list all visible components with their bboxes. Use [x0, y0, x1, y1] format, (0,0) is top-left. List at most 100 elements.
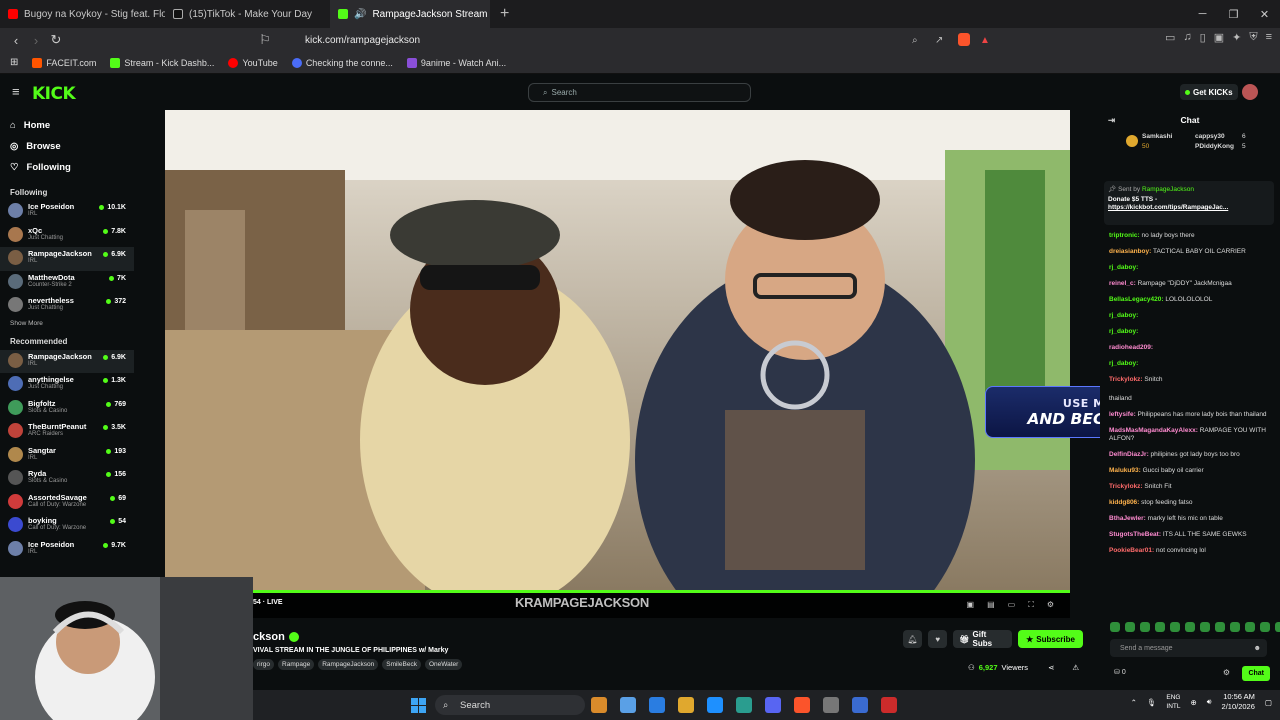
stream-tag[interactable]: rirgo: [253, 659, 275, 670]
chat-username[interactable]: BthaJewler:: [1109, 515, 1146, 522]
sidebar-channel[interactable]: TheBurntPeanut ARC Raiders 3.5K: [0, 420, 134, 444]
chat-username[interactable]: triptronic:: [1109, 232, 1140, 239]
pinned-link[interactable]: https://kickbot.com/tips/RampageJac...: [1108, 204, 1270, 211]
chat-username[interactable]: PookieBear01:: [1109, 547, 1154, 554]
chat-username[interactable]: leftysife:: [1109, 411, 1136, 418]
taskbar-app-icon[interactable]: [852, 697, 868, 713]
vpn-icon[interactable]: ⛨: [1249, 31, 1257, 44]
chat-username[interactable]: Maluku93:: [1109, 467, 1141, 474]
volume-icon[interactable]: 🔊︎: [1207, 697, 1212, 707]
music-icon[interactable]: ♫: [1183, 31, 1191, 44]
sidebar-channel[interactable]: boyking Call of Duty: Warzone 54: [0, 514, 134, 538]
video-player[interactable]: [165, 110, 1070, 590]
get-kicks-button[interactable]: Get KICKs: [1180, 84, 1238, 100]
search-input[interactable]: ⌕ Search: [528, 83, 751, 102]
chevron-up-icon[interactable]: ⌃: [1131, 698, 1137, 707]
gift-subs-button[interactable]: 🎁︎ Gift Subs: [953, 630, 1013, 648]
bookmark-item[interactable]: Stream - Kick Dashb...: [110, 57, 214, 68]
taskbar-app-icon[interactable]: [678, 697, 694, 713]
follow-button[interactable]: ♥: [928, 630, 948, 648]
pip-icon[interactable]: ▤: [987, 600, 995, 610]
kicks-balance[interactable]: ⛁ 0: [1114, 668, 1126, 676]
settings-icon[interactable]: ⚙: [1047, 600, 1054, 610]
report-icon[interactable]: ⚠: [1072, 663, 1079, 672]
sidebar-channel[interactable]: MatthewDota Counter-Strike 2 7K: [0, 271, 134, 295]
chat-input[interactable]: Send a message ☻: [1110, 639, 1267, 657]
maximize-icon[interactable]: ❐: [1218, 0, 1249, 28]
bookmark-item[interactable]: YouTube: [228, 57, 278, 68]
emote-icon[interactable]: [1125, 622, 1135, 632]
sidebar-channel[interactable]: Ryda Slots & Casino 156: [0, 467, 134, 491]
chat-username[interactable]: rj_daboy:: [1109, 264, 1138, 271]
chat-username[interactable]: rj_daboy:: [1109, 328, 1138, 335]
bookmark-item[interactable]: 9anime - Watch Ani...: [406, 57, 506, 68]
brave-shield-icon[interactable]: [958, 33, 970, 46]
bookmark-item[interactable]: Checking the conne...: [291, 57, 393, 68]
language-indicator[interactable]: ENG INTL: [1166, 693, 1180, 711]
notification-icon[interactable]: ▢: [1265, 698, 1272, 707]
sidebar-channel[interactable]: RampageJackson IRL 6.9K: [0, 247, 134, 271]
reading-icon[interactable]: ▯: [1200, 31, 1206, 44]
emote-icon[interactable]: [1140, 622, 1150, 632]
sidebar-channel[interactable]: Ice Poseidon IRL 9.7K: [0, 538, 134, 562]
apps-icon[interactable]: ⊞: [10, 57, 18, 68]
share-icon[interactable]: ↗: [935, 35, 943, 46]
emote-icon[interactable]: [1245, 622, 1255, 632]
chat-username[interactable]: Trickylokz:: [1109, 376, 1143, 383]
chat-username[interactable]: kiddg806:: [1109, 499, 1139, 506]
chat-username[interactable]: MadsMasMagandaKayAlexx:: [1109, 427, 1198, 434]
subscribe-button[interactable]: ★ Subscribe: [1018, 630, 1083, 648]
emote-icon[interactable]: [1170, 622, 1180, 632]
kick-logo[interactable]: KICK: [32, 84, 76, 104]
taskbar-search[interactable]: ⌕ Search: [435, 695, 585, 715]
emote-icon[interactable]: [1230, 622, 1240, 632]
collapse-chat-icon[interactable]: ⇥: [1108, 115, 1115, 126]
hamburger-icon[interactable]: ≡: [12, 84, 20, 99]
emote-icon[interactable]: [1200, 622, 1210, 632]
emote-icon[interactable]: [1215, 622, 1225, 632]
windows-start-icon[interactable]: [411, 698, 426, 713]
sidebar-channel[interactable]: Bigfoltz Slots & Casino 769: [0, 397, 134, 421]
nav-browse[interactable]: ◎ Browse: [0, 136, 134, 157]
chat-username[interactable]: StugotsTheBeat:: [1109, 531, 1161, 538]
reload-icon[interactable]: ↻: [46, 32, 66, 48]
chat-settings-icon[interactable]: ⚙: [1223, 668, 1230, 677]
emote-icon[interactable]: [1155, 622, 1165, 632]
taskbar-app-icon[interactable]: [765, 697, 781, 713]
chat-username[interactable]: rj_daboy:: [1109, 312, 1138, 319]
emote-icon[interactable]: [1110, 622, 1120, 632]
chat-username[interactable]: radiohead209:: [1109, 344, 1153, 351]
taskbar-app-icon[interactable]: [881, 697, 897, 713]
avatar[interactable]: [1242, 84, 1258, 100]
taskbar-app-icon[interactable]: [591, 697, 607, 713]
theater-icon[interactable]: ▭: [1008, 600, 1016, 610]
chat-username[interactable]: Trickylokz:: [1109, 483, 1143, 490]
browser-tab[interactable]: (15)TikTok - Make Your Day: [165, 0, 330, 28]
sidebar-channel[interactable]: AssortedSavage Call of Duty: Warzone 69: [0, 491, 134, 515]
notification-bell-button[interactable]: 🔔︎: [903, 630, 923, 648]
taskbar-app-icon[interactable]: [649, 697, 665, 713]
close-window-icon[interactable]: ✕: [1249, 0, 1280, 28]
sidebar-channel[interactable]: nevertheless Just Chatting 372: [0, 294, 134, 318]
sidebar-channel[interactable]: anythingelse Just Chatting 1.3K: [0, 373, 134, 397]
chat-username[interactable]: dreiasianboy:: [1109, 248, 1151, 255]
bookmark-item[interactable]: FACEIT.com: [32, 57, 96, 68]
chat-username[interactable]: BellasLegacy420:: [1109, 296, 1164, 303]
sidebar-channel[interactable]: Ice Poseidon IRL 10.1K: [0, 200, 134, 224]
pinned-message[interactable]: 📌︎ Sent by RampageJackson Donate $5 TTS …: [1104, 181, 1274, 225]
new-tab-icon[interactable]: +: [500, 5, 509, 23]
stream-tag[interactable]: Rampage: [278, 659, 315, 670]
zoom-icon[interactable]: ⌕: [912, 35, 918, 46]
stream-tag[interactable]: OneWater: [424, 659, 463, 670]
share-icon[interactable]: ⋖: [1048, 663, 1054, 672]
back-icon[interactable]: ‹: [6, 33, 26, 48]
extensions-icon[interactable]: ✦: [1232, 31, 1241, 44]
browser-tab-active[interactable]: 🔊RampageJackson Stream - W✕: [330, 0, 490, 28]
sidebar-channel[interactable]: xQc Just Chatting 7.8K: [0, 224, 134, 248]
url-field[interactable]: kick.com/rampagejackson: [280, 30, 1000, 50]
wallet-icon[interactable]: ▣: [1214, 31, 1224, 44]
clip-icon[interactable]: ▣: [967, 600, 975, 610]
chat-username[interactable]: rj_daboy:: [1109, 360, 1138, 367]
mic-icon[interactable]: 🎙︎: [1147, 698, 1157, 707]
taskbar-app-icon[interactable]: [736, 697, 752, 713]
